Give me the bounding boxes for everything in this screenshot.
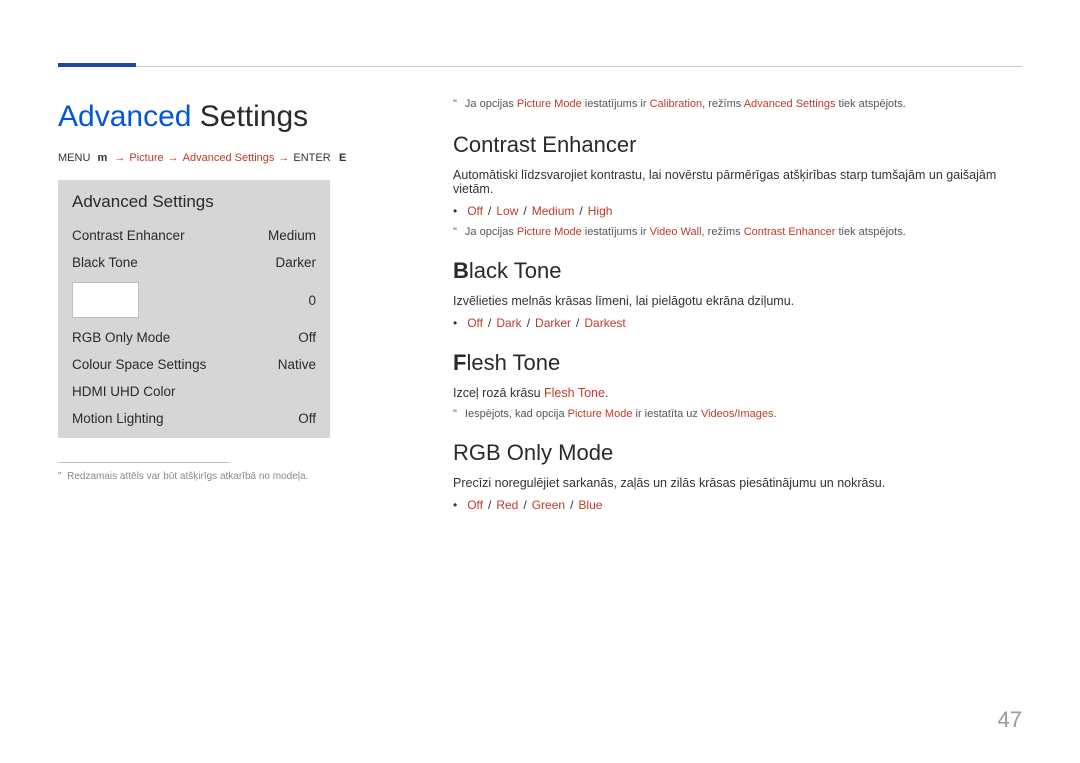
section-note: " Ja opcijas Picture Mode iestatījums ir… — [453, 226, 1022, 238]
panel-label: HDMI UHD Color — [72, 384, 176, 399]
panel-row: Motion Lighting Off — [58, 405, 330, 438]
note-text: Iespējots, kad opcija Picture Mode ir ie… — [465, 408, 777, 420]
panel-value: Medium — [268, 228, 316, 243]
breadcrumb-enter: ENTER — [293, 152, 330, 164]
breadcrumb-picture: Picture — [129, 152, 163, 164]
section-rgb-only-mode: RGB Only Mode Precīzi noregulējiet sarka… — [453, 440, 1022, 512]
panel-row-placeholder: 0 — [58, 276, 330, 324]
section-black-tone: Black Tone Izvēlieties melnās krāsas līm… — [453, 258, 1022, 330]
enter-icon: E — [335, 152, 351, 164]
panel-label: Motion Lighting — [72, 411, 164, 426]
breadcrumb-arrow: → — [168, 152, 179, 164]
breadcrumb: MENU m → Picture → Advanced Settings → E… — [58, 152, 351, 164]
panel-row: HDMI UHD Color — [58, 378, 330, 405]
menu-icon: m — [94, 152, 110, 164]
options-line: Off/ Dark/ Darker/ Darkest — [453, 316, 1022, 330]
panel-value: Darker — [275, 255, 316, 270]
section-body: Precīzi noregulējiet sarkanās, zaļās un … — [453, 476, 1022, 490]
page-number: 47 — [998, 707, 1022, 733]
options: Off/ Low/ Medium/ High — [467, 204, 612, 218]
panel-label: Colour Space Settings — [72, 357, 206, 372]
note-text: Ja opcijas Picture Mode iestatījums ir C… — [465, 98, 906, 110]
section-heading: Black Tone — [453, 258, 1022, 284]
section-body: Izvēlieties melnās krāsas līmeni, lai pi… — [453, 294, 1022, 308]
note-tick: " — [453, 226, 457, 238]
panel-header: Advanced Settings — [58, 180, 330, 222]
panel-label: Black Tone — [72, 255, 138, 270]
panel-row: Colour Space Settings Native — [58, 351, 330, 378]
panel-footnote: " Redzamais attēls var būt atšķirīgs atk… — [58, 471, 308, 482]
breadcrumb-arrow: → — [114, 152, 125, 164]
page-title-rest: Settings — [191, 100, 308, 133]
options-line: Off/ Red/ Green/ Blue — [453, 498, 1022, 512]
panel-row: RGB Only Mode Off — [58, 324, 330, 351]
section-body: Izceļ rozā krāsu Flesh Tone. — [453, 386, 1022, 400]
top-note: " Ja opcijas Picture Mode iestatījums ir… — [453, 98, 1022, 110]
options: Off/ Dark/ Darker/ Darkest — [467, 316, 626, 330]
panel-label: Contrast Enhancer — [72, 228, 185, 243]
panel-value: Native — [278, 357, 316, 372]
section-contrast-enhancer: Contrast Enhancer Automātiski līdzsvaroj… — [453, 132, 1022, 238]
top-rule-accent — [58, 63, 136, 67]
note-tick: " — [453, 408, 457, 420]
section-note: " Iespējots, kad opcija Picture Mode ir … — [453, 408, 1022, 420]
settings-panel: Advanced Settings Contrast Enhancer Medi… — [58, 180, 330, 438]
options: Off/ Red/ Green/ Blue — [467, 498, 602, 512]
breadcrumb-advanced: Advanced Settings — [183, 152, 275, 164]
panel-row: Black Tone Darker — [58, 249, 330, 276]
note-text: Ja opcijas Picture Mode iestatījums ir V… — [465, 226, 906, 238]
footnote-text: Redzamais attēls var būt atšķirīgs atkar… — [67, 471, 308, 482]
breadcrumb-arrow: → — [278, 152, 289, 164]
section-flesh-tone: Flesh Tone Izceļ rozā krāsu Flesh Tone. … — [453, 350, 1022, 420]
panel-label: RGB Only Mode — [72, 330, 170, 345]
panel-row: Contrast Enhancer Medium — [58, 222, 330, 249]
footnote-divider — [58, 462, 230, 463]
top-rule — [58, 66, 1022, 67]
footnote-tick: " — [58, 471, 67, 482]
page-title-accent: Advanced — [58, 100, 191, 133]
section-heading: Flesh Tone — [453, 350, 1022, 376]
placeholder-box — [72, 282, 139, 318]
options-line: Off/ Low/ Medium/ High — [453, 204, 1022, 218]
panel-value: Off — [298, 330, 316, 345]
panel-value: 0 — [308, 293, 316, 308]
panel-value: Off — [298, 411, 316, 426]
section-heading: Contrast Enhancer — [453, 132, 1022, 158]
section-body: Automātiski līdzsvarojiet kontrastu, lai… — [453, 168, 1022, 196]
content-column: " Ja opcijas Picture Mode iestatījums ir… — [453, 98, 1022, 532]
breadcrumb-menu: MENU — [58, 152, 90, 164]
section-heading: RGB Only Mode — [453, 440, 1022, 466]
page-title: Advanced Settings — [58, 100, 308, 134]
note-tick: " — [453, 98, 457, 110]
